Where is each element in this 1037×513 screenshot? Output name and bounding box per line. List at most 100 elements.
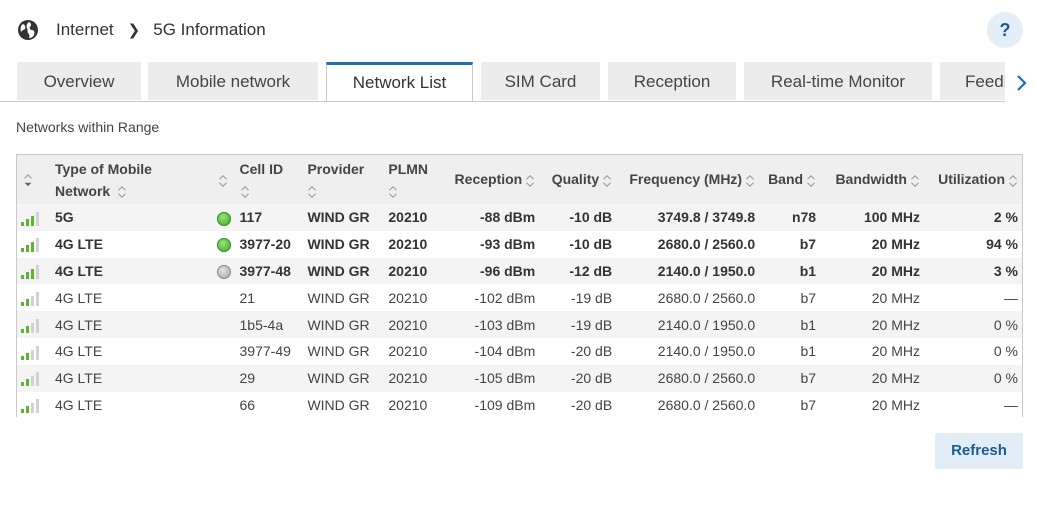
bandwidth-cell: 20 MHz xyxy=(871,343,920,360)
chevron-right-icon xyxy=(1017,74,1027,91)
tab-real-time-monitor[interactable]: Real-time Monitor xyxy=(744,62,932,100)
table-row[interactable]: 5G 117 WIND GR 20210 -88 dBm -10 dB 3749.8 / 3… xyxy=(17,204,1022,231)
quality-cell: -10 dB xyxy=(569,236,613,253)
column-header-reception[interactable]: Reception xyxy=(438,155,539,204)
tab-scroll-right-button[interactable] xyxy=(1005,62,1037,102)
column-header-type[interactable]: Type of Mobile Network xyxy=(51,155,215,204)
status-cell xyxy=(215,338,236,365)
status-cell xyxy=(215,311,236,338)
signal-cell xyxy=(17,338,51,365)
breadcrumb-root[interactable]: Internet xyxy=(56,20,114,40)
bandwidth-cell: 20 MHz xyxy=(871,236,920,253)
table-body: 5G 117 WIND GR 20210 -88 dBm -10 dB 3749.8 / 3… xyxy=(17,204,1022,419)
frequency-cell: 2140.0 / 1950.0 xyxy=(657,316,756,333)
column-header-utilization[interactable]: Utilization xyxy=(924,155,1022,204)
table-row[interactable]: 4G LTE 3977-48 WIND GR 20210 -96 dBm -12 dB 21… xyxy=(17,257,1022,285)
cell-id-cell: 3977-20 xyxy=(239,236,291,253)
sort-icon xyxy=(911,174,919,187)
signal-cell xyxy=(17,284,51,311)
band-cell: b1 xyxy=(799,262,817,279)
quality-cell: -10 dB xyxy=(569,209,613,226)
column-header-type-line1: Type of Mobile xyxy=(54,160,152,177)
signal-cell xyxy=(17,392,51,419)
column-header-bandwidth-label: Bandwidth xyxy=(835,171,907,188)
column-header-frequency[interactable]: Frequency (MHz) xyxy=(616,155,759,204)
table-header-row: Type of Mobile Network Cell ID Provider … xyxy=(17,155,1022,204)
column-header-type-line2: Network xyxy=(54,182,111,199)
tab-bar: Overview Mobile network Network List SIM… xyxy=(0,62,1037,102)
column-header-cell-id[interactable]: Cell ID xyxy=(236,155,304,204)
utilization-cell: 0 % xyxy=(993,370,1018,387)
reception-cell: -104 dBm xyxy=(474,343,536,360)
column-header-quality-label: Quality xyxy=(551,171,600,188)
provider-cell: WIND GR xyxy=(307,370,370,387)
reception-cell: -102 dBm xyxy=(474,289,536,306)
plmn-cell: 20210 xyxy=(388,289,428,306)
bandwidth-cell: 20 MHz xyxy=(871,396,920,413)
table-row[interactable]: 4G LTE 3977-20 WIND GR 20210 -93 dBm -10 dB 26… xyxy=(17,230,1022,258)
tab-reception[interactable]: Reception xyxy=(608,62,736,100)
plmn-cell: 20210 xyxy=(388,316,428,333)
bandwidth-cell: 20 MHz xyxy=(871,289,920,306)
plmn-cell: 20210 xyxy=(388,236,428,253)
provider-cell: WIND GR xyxy=(307,316,370,333)
signal-cell xyxy=(17,204,51,231)
frequency-cell: 2680.0 / 2560.0 xyxy=(657,289,756,306)
bandwidth-cell: 20 MHz xyxy=(871,370,920,387)
utilization-cell: 0 % xyxy=(993,343,1018,360)
type-cell: 4G LTE xyxy=(54,316,103,333)
column-header-provider[interactable]: Provider xyxy=(303,155,384,204)
status-cell xyxy=(215,284,236,311)
band-cell: b7 xyxy=(800,370,817,387)
plmn-cell: 20210 xyxy=(388,262,428,279)
tab-overview[interactable]: Overview xyxy=(17,62,141,100)
breadcrumb-current: 5G Information xyxy=(153,20,266,39)
globe-icon xyxy=(18,20,38,40)
utilization-cell: — xyxy=(1004,396,1018,413)
quality-cell: -20 dB xyxy=(570,343,613,360)
frequency-cell: 2680.0 / 2560.0 xyxy=(657,370,756,387)
table-row[interactable]: 4G LTE 1b5-4a WIND GR 20210 -103 dBm -19 dB 21… xyxy=(17,311,1022,338)
signal-cell xyxy=(17,365,51,392)
status-led-icon xyxy=(216,238,231,253)
band-cell: b7 xyxy=(800,396,817,413)
table-row[interactable]: 4G LTE 66 WIND GR 20210 -109 dBm -20 dB 2680.0… xyxy=(17,391,1022,419)
refresh-button[interactable]: Refresh xyxy=(935,433,1023,469)
cell-id-cell: 3977-48 xyxy=(239,262,291,279)
column-header-cell-id-label: Cell ID xyxy=(239,160,284,177)
status-column-header[interactable] xyxy=(215,155,236,204)
sort-icon xyxy=(807,174,815,187)
row-sort-column[interactable] xyxy=(17,155,51,204)
quality-cell: -19 dB xyxy=(570,316,613,333)
bandwidth-cell: 20 MHz xyxy=(871,262,920,279)
utilization-cell: 0 % xyxy=(993,316,1018,333)
type-cell: 4G LTE xyxy=(54,289,103,306)
status-cell xyxy=(215,258,236,285)
frequency-cell: 2140.0 / 1950.0 xyxy=(657,262,756,279)
tab-mobile-network[interactable]: Mobile network xyxy=(148,62,318,100)
signal-cell xyxy=(17,311,51,338)
section-title: Networks within Range xyxy=(16,119,160,135)
sort-icon xyxy=(389,185,398,198)
column-header-quality[interactable]: Quality xyxy=(539,155,616,204)
cell-id-cell: 29 xyxy=(239,370,256,387)
table-row[interactable]: 4G LTE 29 WIND GR 20210 -105 dBm -20 dB 2680.0… xyxy=(17,364,1022,392)
signal-bars-icon xyxy=(21,265,39,280)
signal-bars-icon xyxy=(21,345,39,360)
tab-network-list[interactable]: Network List xyxy=(326,62,473,102)
column-header-plmn[interactable]: PLMN xyxy=(384,155,438,204)
tab-sim-card[interactable]: SIM Card xyxy=(481,62,600,100)
column-header-band[interactable]: Band xyxy=(759,155,820,204)
column-header-bandwidth[interactable]: Bandwidth xyxy=(820,155,924,204)
sort-icon xyxy=(746,174,754,187)
plmn-cell: 20210 xyxy=(388,209,428,226)
sort-icon xyxy=(603,174,612,187)
sort-icon xyxy=(240,185,249,198)
table-row[interactable]: 4G LTE 21 WIND GR 20210 -102 dBm -19 dB 2680.0… xyxy=(17,284,1022,312)
cell-id-cell: 1b5-4a xyxy=(239,316,284,333)
help-button[interactable]: ? xyxy=(987,12,1023,48)
column-header-frequency-label: Frequency (MHz) xyxy=(629,171,743,188)
quality-cell: -12 dB xyxy=(569,262,613,279)
table-row[interactable]: 4G LTE 3977-49 WIND GR 20210 -104 dBm -20 dB 2… xyxy=(17,337,1022,365)
column-header-utilization-label: Utilization xyxy=(938,171,1005,188)
